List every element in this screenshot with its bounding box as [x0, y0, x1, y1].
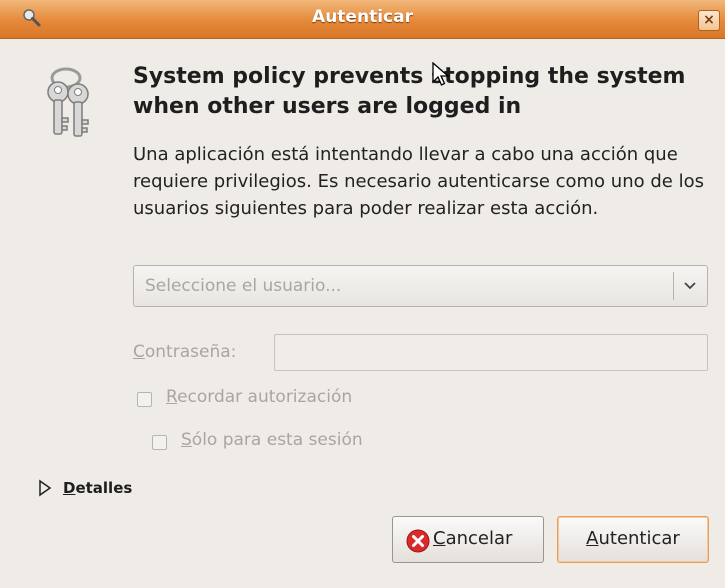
remember-label[interactable]: Recordar autorización — [166, 387, 352, 407]
user-select-placeholder: Seleccione el usuario... — [145, 276, 342, 296]
details-expander[interactable]: Detalles — [63, 479, 132, 497]
authenticate-button[interactable]: Autenticar — [557, 516, 709, 563]
remember-checkbox[interactable] — [137, 392, 152, 407]
user-select[interactable]: Seleccione el usuario... — [133, 265, 708, 307]
select-separator — [673, 272, 674, 300]
chevron-down-icon[interactable] — [679, 275, 701, 297]
session-only-checkbox[interactable] — [152, 435, 167, 450]
authenticate-button-label: Autenticar — [586, 528, 680, 549]
password-label: Contraseña: — [133, 342, 237, 362]
close-button[interactable]: × — [698, 10, 720, 31]
session-only-label[interactable]: Sólo para esta sesión — [181, 430, 363, 450]
dialog-headline: System policy prevents stopping the syst… — [133, 64, 686, 119]
password-field[interactable] — [274, 334, 708, 371]
cancel-button[interactable]: Cancelar — [392, 516, 544, 563]
cancel-button-label: Cancelar — [433, 528, 513, 549]
expander-triangle-icon[interactable] — [38, 479, 52, 497]
title-bar[interactable]: Autenticar × — [0, 0, 725, 39]
dialog-message: Una aplicación está intentando llevar a … — [133, 144, 704, 219]
window-title: Autenticar — [312, 7, 413, 27]
keys-icon — [47, 67, 89, 137]
cancel-icon — [406, 529, 430, 553]
mouse-cursor-icon — [432, 62, 450, 86]
